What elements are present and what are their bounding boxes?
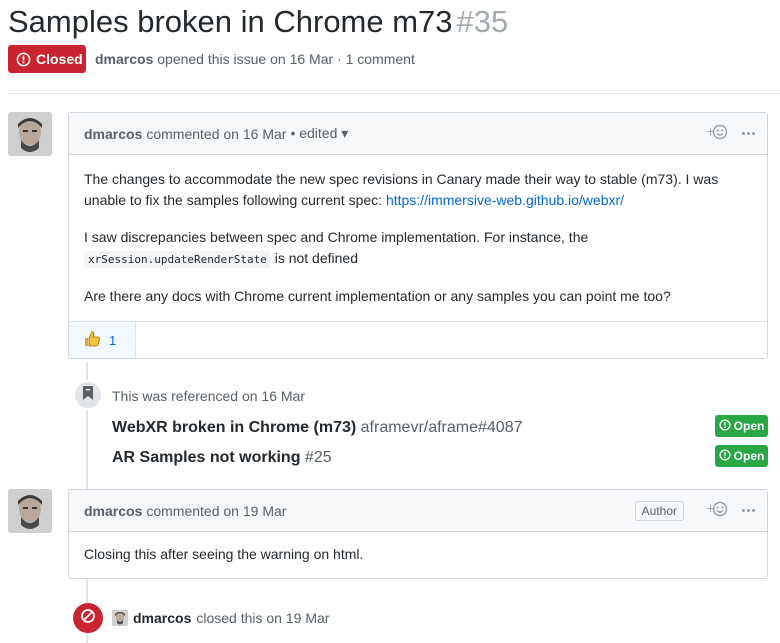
kebab-icon[interactable] [742, 509, 755, 512]
comment-paragraph: Closing this after seeing the warning on… [84, 546, 364, 562]
comment-meta[interactable]: commented on 19 Mar [146, 503, 286, 519]
edited-dropdown[interactable]: • edited ▾ [290, 125, 348, 142]
open-state-label: Open [733, 449, 765, 463]
comment-author-link[interactable]: dmarcos [84, 126, 142, 142]
header-divider [8, 93, 780, 94]
issue-state-badge: Closed [8, 45, 86, 73]
issue-author-link[interactable]: dmarcos [95, 51, 153, 67]
comment-paragraph: I saw discrepancies between spec and Chr… [84, 227, 752, 270]
issue-title-row: Samples broken in Chrome m73 #35 [8, 2, 508, 42]
comment-meta[interactable]: commented on 16 Mar [146, 126, 286, 142]
reference-title[interactable]: AR Samples not working [112, 449, 300, 466]
edited-label: • edited [290, 125, 338, 141]
reaction-count: 1 [109, 332, 117, 348]
paragraph-text: I saw discrepancies between spec and Chr… [84, 229, 589, 245]
smiley-icon: + [706, 124, 728, 143]
comment-actions: Author + [634, 490, 755, 531]
open-state-badge: Open [715, 415, 768, 437]
add-reaction-button[interactable]: + [706, 501, 728, 520]
reference-event-text: This was referenced on 16 Mar [112, 388, 305, 404]
avatar[interactable] [112, 610, 128, 626]
issue-opened-icon [719, 418, 731, 434]
comment-header: dmarcos commented on 19 Mar Author + [69, 490, 767, 532]
comment-body: The changes to accommodate the new spec … [69, 155, 767, 321]
comment-actions: + [706, 113, 755, 154]
reference-item[interactable]: WebXR broken in Chrome (m73) aframevr/af… [112, 419, 523, 437]
comment-header: dmarcos commented on 16 Mar • edited ▾ + [69, 113, 767, 155]
smiley-icon: + [706, 501, 728, 520]
issue-closed-icon [16, 52, 31, 67]
reactions-bar: 1 [69, 321, 767, 358]
inline-code: xrSession.updateRenderState [84, 251, 271, 268]
open-state-label: Open [733, 419, 765, 433]
avatar[interactable] [8, 489, 52, 533]
issue-opened-text: opened this issue on 16 Mar · 1 comment [157, 51, 415, 67]
reference-event-badge [73, 380, 103, 410]
comment-paragraph: The changes to accommodate the new spec … [84, 169, 752, 211]
paragraph-text: is not defined [270, 250, 358, 266]
add-reaction-button[interactable]: + [706, 124, 728, 143]
reference-title[interactable]: WebXR broken in Chrome (m73) [112, 419, 356, 436]
comment-body: Closing this after seeing the warning on… [69, 532, 767, 578]
issue-opened-icon [719, 448, 731, 464]
closed-event-badge [73, 603, 103, 633]
chevron-down-icon: ▾ [341, 125, 349, 141]
reference-number[interactable]: aframevr/aframe#4087 [361, 419, 523, 436]
issue-state-label: Closed [36, 51, 83, 67]
issue-meta: dmarcos opened this issue on 16 Mar · 1 … [95, 51, 415, 67]
kebab-icon[interactable] [742, 132, 755, 135]
closed-event-text: closed this on 19 Mar [196, 610, 330, 626]
comment-paragraph: Are there any docs with Chrome current i… [84, 288, 671, 304]
thumbs-up-icon [83, 330, 101, 351]
bookmark-icon [82, 385, 94, 405]
issue-title: Samples broken in Chrome m73 [8, 4, 453, 39]
circle-slash-icon [80, 608, 96, 629]
closed-event: dmarcos closed this on 19 Mar [112, 610, 329, 626]
spec-link[interactable]: https://immersive-web.github.io/webxr/ [386, 192, 624, 208]
closed-event-actor[interactable]: dmarcos [133, 610, 191, 626]
comment-box: dmarcos commented on 19 Mar Author + Clo… [68, 489, 768, 579]
reference-item[interactable]: AR Samples not working #25 [112, 449, 332, 467]
avatar[interactable] [8, 112, 52, 156]
thumbs-up-reaction-button[interactable]: 1 [69, 322, 136, 358]
comment-author-link[interactable]: dmarcos [84, 503, 142, 519]
author-badge: Author [634, 500, 684, 521]
open-state-badge: Open [715, 445, 768, 467]
issue-number: #35 [456, 4, 509, 39]
comment-box: dmarcos commented on 16 Mar • edited ▾ +… [68, 112, 768, 359]
reference-number[interactable]: #25 [305, 449, 332, 466]
